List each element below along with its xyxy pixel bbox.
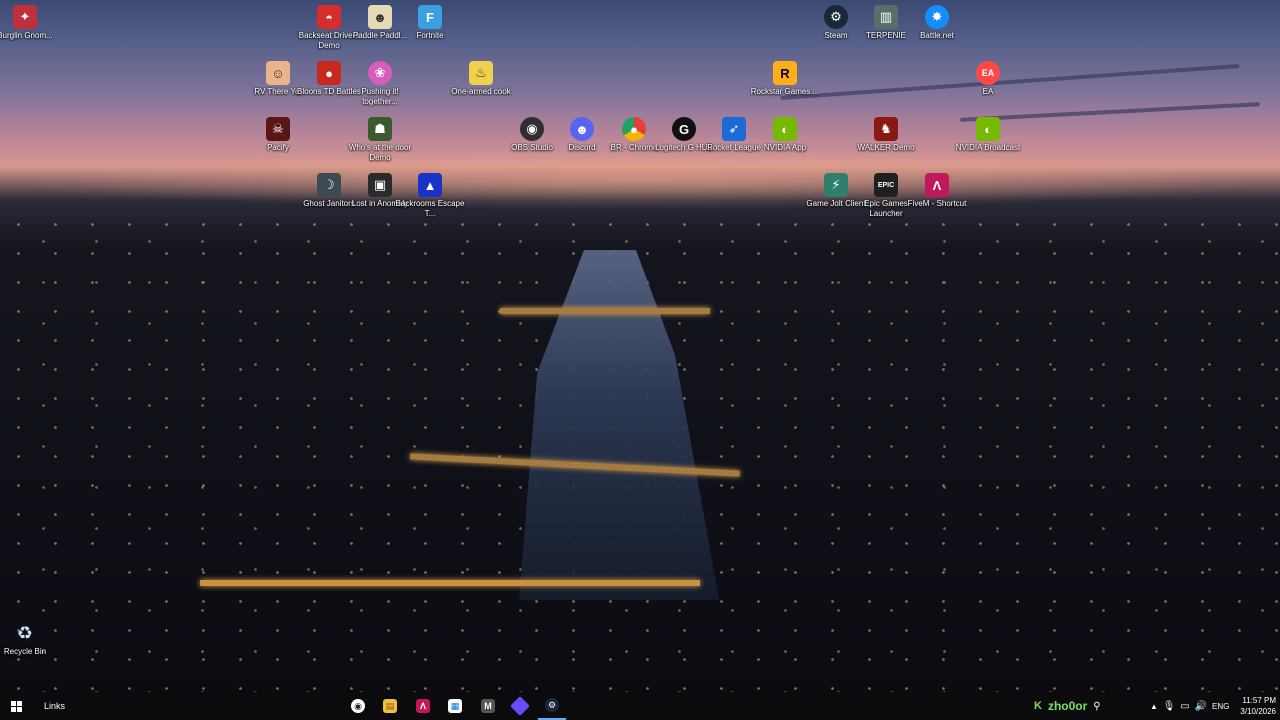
burglin-gnomes-icon: ✦ bbox=[13, 5, 37, 29]
terpenie-icon: ▥ bbox=[874, 5, 898, 29]
clock[interactable]: 11:57 PM 3/10/2026 bbox=[1236, 692, 1276, 720]
walker-icon: ♞ bbox=[874, 117, 898, 141]
file-explorer-icon: ▤ bbox=[383, 699, 397, 713]
fortnite-icon: F bbox=[418, 5, 442, 29]
microsoft-store-icon: ▦ bbox=[448, 699, 462, 713]
desktop-icon-label: NVIDIA App bbox=[763, 143, 807, 152]
desktop-icon-label: Backrooms Escape T... bbox=[395, 199, 465, 218]
clock-date: 3/10/2026 bbox=[1240, 707, 1276, 716]
rocket-league-icon: ➶ bbox=[722, 117, 746, 141]
chevron-up-icon: ▲ bbox=[1150, 701, 1158, 711]
game-jolt-icon: ⚡ bbox=[824, 173, 848, 197]
obs-icon: ◉ bbox=[351, 699, 365, 713]
show-hidden-icons-button[interactable]: ▲ bbox=[1148, 692, 1160, 720]
kick-logo-icon: K bbox=[1034, 700, 1042, 712]
proton-vpn-icon bbox=[510, 696, 530, 716]
desktop-icon-ea[interactable]: EA EA bbox=[953, 61, 1023, 97]
game-app-icon: M bbox=[481, 699, 495, 713]
taskbar-app-steam[interactable]: ⚙ bbox=[538, 692, 566, 720]
desktop-icon-label: EA bbox=[982, 87, 994, 96]
fivem-icon: Λ bbox=[416, 699, 430, 713]
nvidia-app-icon: ◐ bbox=[773, 117, 797, 141]
one-armed-cook-icon: ♨ bbox=[469, 61, 493, 85]
epic-games-icon: EPIC bbox=[874, 173, 898, 197]
desktop-icon-fivem[interactable]: Λ FiveM - Shortcut bbox=[902, 173, 972, 209]
desktop-icon-label: FiveM - Shortcut bbox=[907, 199, 967, 208]
desktop-icon-recycle-bin[interactable]: ♻ Recycle Bin bbox=[0, 621, 60, 657]
taskbar-app-file-explorer[interactable]: ▤ bbox=[376, 692, 404, 720]
desktop-icon-label: Recycle Bin bbox=[3, 647, 47, 656]
start-button[interactable] bbox=[0, 692, 32, 720]
taskbar-app-fivem[interactable]: Λ bbox=[409, 692, 437, 720]
taskbar-app-proton-vpn[interactable] bbox=[506, 692, 534, 720]
desktop-icon-burglin-gnomes[interactable]: ✦ Burglin Gnom... bbox=[0, 5, 60, 41]
desktop-icon-label: NVIDIA Broadcast bbox=[955, 143, 1021, 152]
lost-in-anomaly-icon: ▣ bbox=[368, 173, 392, 197]
wallpaper-bridge bbox=[500, 308, 710, 314]
windows-start-icon bbox=[10, 700, 22, 712]
pointer-icon: ⚲ bbox=[1093, 700, 1101, 712]
battlenet-icon: ✸ bbox=[925, 5, 949, 29]
desktop-icon-rockstar[interactable]: R Rockstar Games ... bbox=[750, 61, 820, 97]
pushing-it-icon: ❀ bbox=[368, 61, 392, 85]
steam-icon: ⚙ bbox=[545, 698, 559, 712]
desktop-icon-one-armed-cook[interactable]: ♨ One-armed cook bbox=[446, 61, 516, 97]
rv-there-yet-icon: ☺ bbox=[266, 61, 290, 85]
whos-at-the-door-icon: ☗ bbox=[368, 117, 392, 141]
desktop-icon-label: One-armed cook bbox=[451, 87, 511, 96]
desktop-icon-label: Fortnite bbox=[416, 31, 444, 40]
kick-widget[interactable]: K zho0or ⚲ bbox=[1034, 692, 1101, 720]
taskbar: Links ◉ ▤ Λ ▦ M ⚙ K zho0or ⚲ ▲ 🎙 ▭ 🔊 ENG… bbox=[0, 692, 1280, 720]
wallpaper-sky-haze bbox=[0, 150, 1280, 210]
desktop-icon-nvidia-app[interactable]: ◐ NVIDIA App bbox=[750, 117, 820, 153]
desktop-icon-label: WALKER Demo bbox=[857, 143, 915, 152]
bloons-td-icon: ● bbox=[317, 61, 341, 85]
backrooms-escape-icon: ▲ bbox=[418, 173, 442, 197]
desktop-icon-backrooms-escape[interactable]: ▲ Backrooms Escape T... bbox=[395, 173, 465, 219]
taskbar-app-game[interactable]: M bbox=[474, 692, 502, 720]
desktop-icon-walker[interactable]: ♞ WALKER Demo bbox=[851, 117, 921, 153]
taskbar-app-microsoft-store[interactable]: ▦ bbox=[441, 692, 469, 720]
recycle-bin-icon: ♻ bbox=[16, 622, 34, 643]
desktop-icon-battlenet[interactable]: ✸ Battle.net bbox=[902, 5, 972, 41]
desktop-icon-label: Burglin Gnom... bbox=[0, 31, 53, 40]
network-icon: ▭ bbox=[1180, 700, 1190, 712]
nvidia-broadcast-icon: ◐ bbox=[976, 117, 1000, 141]
taskbar-app-obs[interactable]: ◉ bbox=[344, 692, 372, 720]
microphone-icon: 🎙 bbox=[1162, 700, 1176, 712]
wallpaper-bridge bbox=[200, 580, 700, 586]
desktop-icon-pushing-it[interactable]: ❀ Pushing it! together... bbox=[345, 61, 415, 107]
paddle-paddle-icon: ☻ bbox=[368, 5, 392, 29]
steam-icon: ⚙ bbox=[824, 5, 848, 29]
volume-tray-button[interactable]: 🔊 bbox=[1194, 692, 1208, 720]
pacify-icon: ☠ bbox=[266, 117, 290, 141]
backseat-drivers-icon: ◓ bbox=[317, 5, 341, 29]
fivem-icon: Λ bbox=[925, 173, 949, 197]
desktop-icon-label: Rockstar Games ... bbox=[750, 87, 820, 96]
desktop-icon-fortnite[interactable]: F Fortnite bbox=[395, 5, 465, 41]
kick-username: zho0or bbox=[1047, 699, 1088, 713]
desktop-icon-label: Who's at the door Demo bbox=[348, 143, 412, 162]
network-tray-button[interactable]: ▭ bbox=[1178, 692, 1192, 720]
desktop-icon-whos-at-the-door[interactable]: ☗ Who's at the door Demo bbox=[345, 117, 415, 163]
logitech-icon: G bbox=[672, 117, 696, 141]
rockstar-icon: R bbox=[773, 61, 797, 85]
clock-time: 11:57 PM bbox=[1242, 696, 1276, 705]
desktop-wallpaper bbox=[0, 0, 1280, 692]
ghost-janitors-icon: ☽ bbox=[317, 173, 341, 197]
obs-icon: ◉ bbox=[520, 117, 544, 141]
desktop-icon-nvidia-broadcast[interactable]: ◐ NVIDIA Broadcast bbox=[953, 117, 1023, 153]
volume-icon: 🔊 bbox=[1194, 700, 1208, 712]
desktop-icon-pacify[interactable]: ☠ Pacify bbox=[243, 117, 313, 153]
chrome-icon: ● bbox=[622, 117, 646, 141]
desktop-icon-label: Pacify bbox=[267, 143, 289, 152]
ea-icon: EA bbox=[976, 61, 1000, 85]
microphone-tray-button[interactable]: 🎙 bbox=[1162, 692, 1176, 720]
language-indicator[interactable]: ENG bbox=[1212, 692, 1229, 720]
desktop-icon-label: Pushing it! together... bbox=[361, 87, 399, 106]
links-toolbar[interactable]: Links bbox=[44, 692, 65, 720]
desktop-icon-label: Battle.net bbox=[920, 31, 954, 40]
discord-icon: ☻ bbox=[570, 117, 594, 141]
